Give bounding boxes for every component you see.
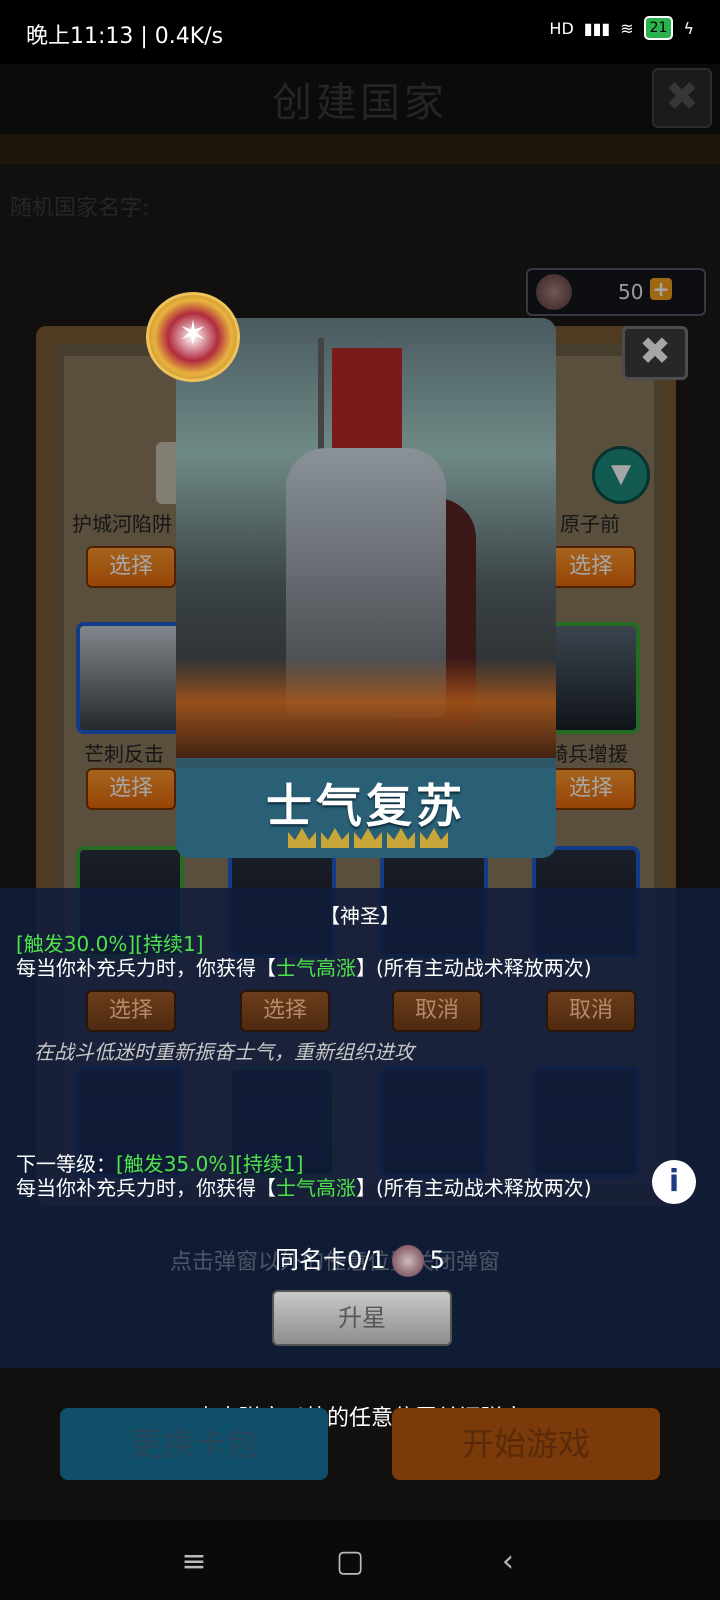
fire-effect xyxy=(176,658,556,768)
crown-icon xyxy=(387,828,415,848)
crown-icon xyxy=(354,828,382,848)
status-time: 晚上11:13 | 0.4K/s xyxy=(26,24,224,49)
network-label: HD xyxy=(549,18,574,38)
trigger-chance: [触发30.0%] xyxy=(16,932,136,956)
wifi-icon: ≋ xyxy=(620,18,634,38)
cancel-button[interactable]: 取消 xyxy=(546,990,636,1032)
crest-icon xyxy=(391,1245,424,1277)
select-button[interactable]: 选择 xyxy=(86,990,176,1032)
skill-card: 士气复苏 xyxy=(176,318,556,858)
effect-text: [触发30.0%][持续1] 每当你补充兵力时，你获得【士气高涨】(所有主动战术… xyxy=(16,932,706,980)
card-tag: 【神圣】 xyxy=(320,904,400,928)
change-pack-button[interactable]: 更换卡包 xyxy=(60,1408,328,1480)
back-icon[interactable]: ‹ xyxy=(484,1538,532,1586)
buff-name: 士气高涨 xyxy=(276,956,356,980)
next-buff-name: 士气高涨 xyxy=(276,1176,356,1200)
star-rating xyxy=(288,828,448,848)
cancel-button[interactable]: 取消 xyxy=(392,990,482,1032)
status-icons: HD ▮▮▮ ≋ 21 ϟ xyxy=(549,16,694,40)
card-name-band: 士气复苏 xyxy=(176,758,556,858)
next-duration: [持续1] xyxy=(235,1152,304,1176)
same-card-cost: 5 xyxy=(429,1246,445,1274)
select-button[interactable]: 选择 xyxy=(240,990,330,1032)
card-detail-panel: 【神圣】 [触发30.0%][持续1] 每当你补充兵力时，你获得【士气高涨】(所… xyxy=(0,888,720,1368)
crown-icon xyxy=(288,828,316,848)
crown-icon xyxy=(321,828,349,848)
effect-suffix: 】(所有主动战术释放两次) xyxy=(356,956,592,980)
crown-icon xyxy=(420,828,448,848)
next-level-text: 下一等级：[触发35.0%][持续1] 每当你补充兵力时，你获得【士气高涨】(所… xyxy=(16,1152,656,1200)
next-effect-prefix: 每当你补充兵力时，你获得【 xyxy=(16,1176,276,1200)
system-nav-bar: ≡ ▢ ‹ xyxy=(0,1520,720,1600)
next-trigger-chance: [触发35.0%] xyxy=(116,1152,236,1176)
signal-icon: ▮▮▮ xyxy=(583,18,611,38)
info-icon[interactable]: i xyxy=(652,1160,696,1204)
upgrade-star-button[interactable]: 升星 xyxy=(272,1290,452,1346)
battery-icon: 21 xyxy=(643,16,674,40)
charging-icon: ϟ xyxy=(683,18,694,38)
next-effect-suffix: 】(所有主动战术释放两次) xyxy=(356,1176,592,1200)
duration: [持续1] xyxy=(135,932,204,956)
card-name: 士气复苏 xyxy=(266,779,466,833)
flavor-text: 在战斗低迷时重新振奋士气，重新组织进攻 xyxy=(34,1040,414,1064)
home-icon[interactable]: ▢ xyxy=(326,1538,374,1586)
same-card-counter: 同名卡0/1 5 xyxy=(0,1240,720,1277)
next-level-label: 下一等级： xyxy=(16,1152,116,1176)
rank-badge-icon: ✶ xyxy=(146,292,240,382)
effect-prefix: 每当你补充兵力时，你获得【 xyxy=(16,956,276,980)
menu-icon[interactable]: ≡ xyxy=(170,1538,218,1586)
start-game-button[interactable]: 开始游戏 xyxy=(392,1408,660,1480)
same-card-label: 同名卡0/1 xyxy=(275,1246,386,1274)
